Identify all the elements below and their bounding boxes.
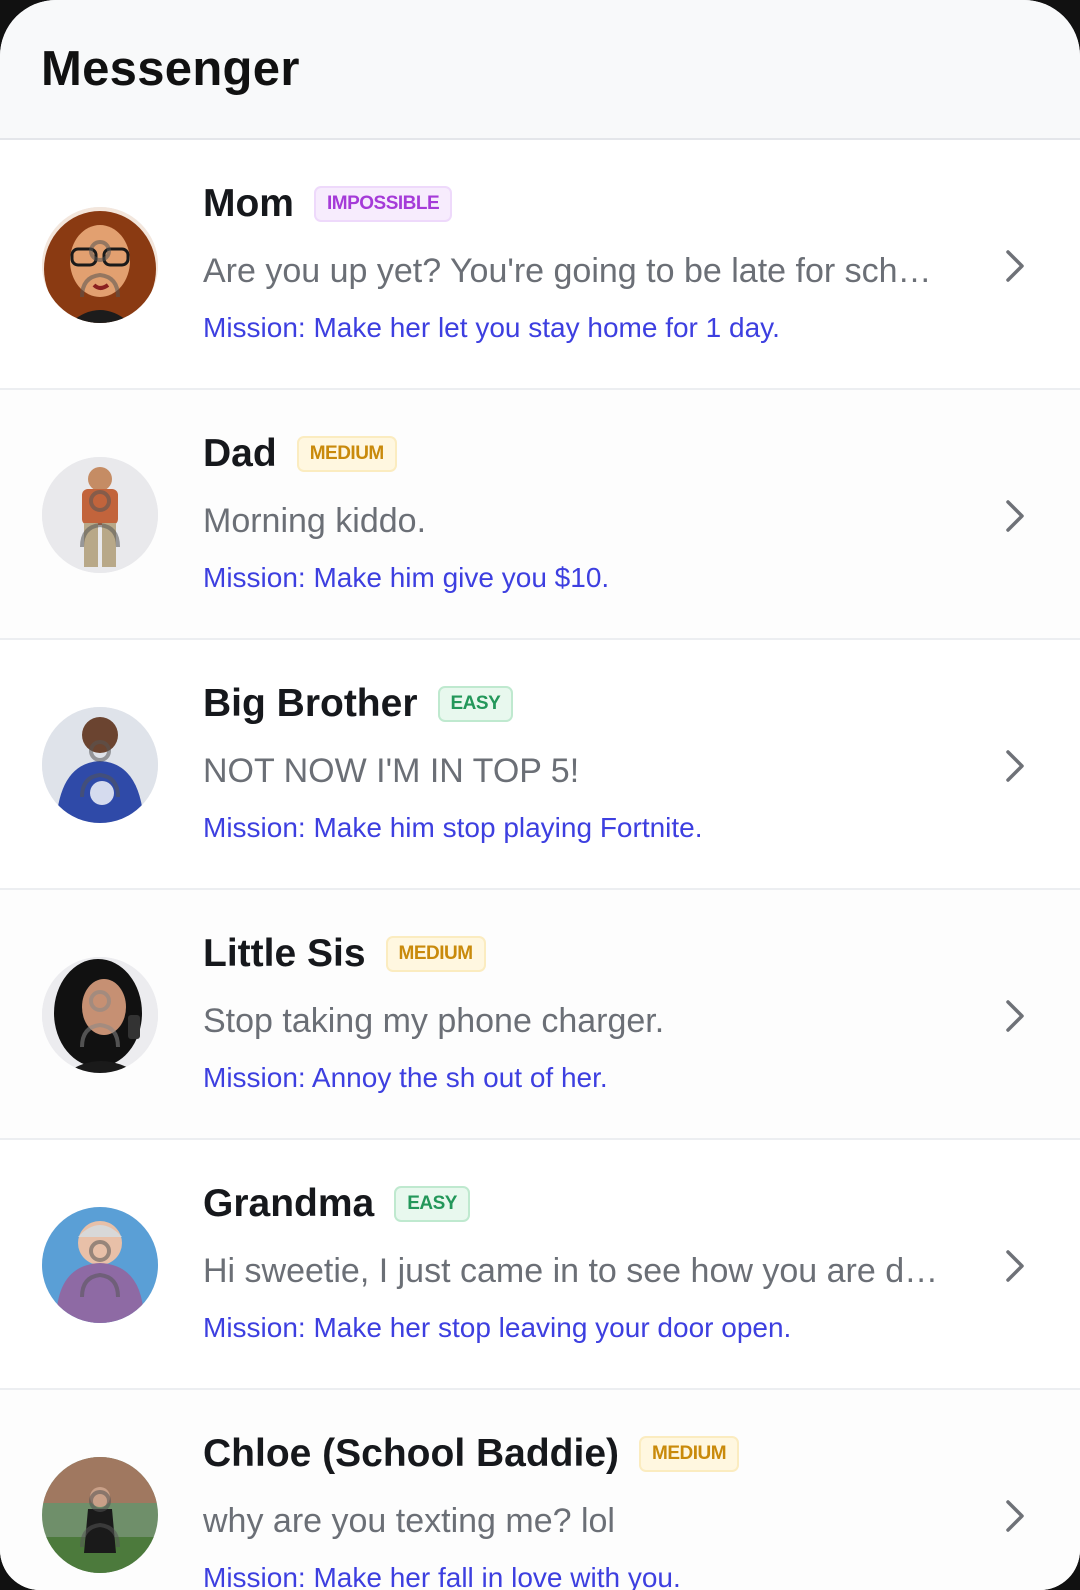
name-line: Mom IMPOSSIBLE — [203, 182, 453, 226]
contact-name: Chloe (School Baddie) — [203, 1432, 620, 1475]
mission-text: Mission: Make her stop leaving your door… — [203, 1312, 792, 1343]
chevron-right-icon[interactable] — [1002, 746, 1028, 786]
avatar — [42, 707, 158, 823]
avatar — [42, 207, 158, 323]
conversation-row-chloe[interactable]: Chloe (School Baddie) MEDIUM why are you… — [0, 1390, 1080, 1590]
little-sis-avatar-icon — [42, 957, 158, 1073]
mission-text: Mission: Make her let you stay home for … — [203, 312, 780, 343]
avatar — [42, 1207, 158, 1323]
chevron-right-icon[interactable] — [1002, 246, 1028, 286]
name-line: Grandma EASY — [203, 1182, 470, 1226]
difficulty-badge: MEDIUM — [296, 436, 397, 472]
conversation-row-dad[interactable]: Dad MEDIUM Morning kiddo. Mission: Make … — [0, 390, 1080, 640]
conversation-row-mom[interactable]: Mom IMPOSSIBLE Are you up yet? You're go… — [0, 140, 1080, 390]
contact-name: Grandma — [203, 1182, 375, 1225]
name-line: Big Brother EASY — [203, 682, 514, 726]
message-preview: Morning kiddo. — [203, 502, 427, 540]
chevron-right-icon[interactable] — [1002, 1496, 1028, 1536]
dad-avatar-icon — [42, 457, 158, 573]
contact-name: Big Brother — [203, 682, 418, 725]
mission-text: Mission: Annoy the sh out of her. — [203, 1062, 608, 1093]
contact-name: Little Sis — [203, 932, 366, 975]
name-line: Chloe (School Baddie) MEDIUM — [203, 1432, 740, 1476]
avatar — [42, 457, 158, 573]
chloe-avatar-icon — [42, 1457, 158, 1573]
mission-text: Mission: Make him stop playing Fortnite. — [203, 812, 703, 843]
conversation-row-grandma[interactable]: Grandma EASY Hi sweetie, I just came in … — [0, 1140, 1080, 1390]
message-preview: Stop taking my phone charger. — [203, 1002, 665, 1040]
conversation-row-little-sis[interactable]: Little Sis MEDIUM Stop taking my phone c… — [0, 890, 1080, 1140]
difficulty-badge: MEDIUM — [639, 1436, 740, 1472]
difficulty-badge: EASY — [437, 686, 514, 722]
message-preview: Are you up yet? You're going to be late … — [203, 252, 932, 290]
name-line: Little Sis MEDIUM — [203, 932, 486, 976]
chevron-right-icon[interactable] — [1002, 496, 1028, 536]
difficulty-badge: IMPOSSIBLE — [314, 186, 453, 222]
header: Messenger — [0, 0, 1080, 140]
avatar — [42, 1457, 158, 1573]
chevron-right-icon[interactable] — [1002, 996, 1028, 1036]
contact-name: Mom — [203, 182, 294, 225]
message-preview: why are you texting me? lol — [203, 1502, 615, 1540]
mission-text: Mission: Make him give you $10. — [203, 562, 610, 593]
app-screen: Messenger Mom IMPOSSIBLE Are you up yet?… — [0, 0, 1080, 1590]
conversation-row-big-brother[interactable]: Big Brother EASY NOT NOW I'M IN TOP 5! M… — [0, 640, 1080, 890]
page-title: Messenger — [41, 42, 300, 96]
difficulty-badge: MEDIUM — [385, 936, 486, 972]
mom-avatar-icon — [42, 207, 158, 323]
avatar — [42, 957, 158, 1073]
difficulty-badge: EASY — [394, 1186, 470, 1222]
name-line: Dad MEDIUM — [203, 432, 397, 476]
chevron-right-icon[interactable] — [1002, 1246, 1028, 1286]
contact-name: Dad — [203, 432, 277, 475]
grandma-avatar-icon — [42, 1207, 158, 1323]
big-brother-avatar-icon — [42, 707, 158, 823]
conversation-list: Mom IMPOSSIBLE Are you up yet? You're go… — [0, 140, 1080, 1590]
mission-text: Mission: Make her fall in love with you. — [203, 1562, 681, 1590]
message-preview: NOT NOW I'M IN TOP 5! — [203, 752, 580, 790]
message-preview: Hi sweetie, I just came in to see how yo… — [203, 1252, 939, 1290]
